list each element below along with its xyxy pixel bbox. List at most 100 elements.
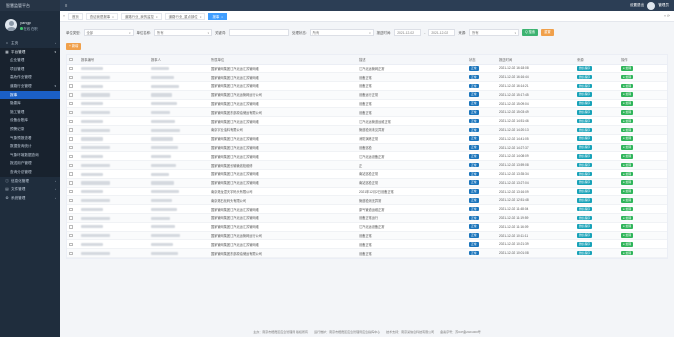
- source-badge: 微信程序: [577, 198, 593, 203]
- row-checkbox[interactable]: [69, 154, 73, 159]
- tab-0[interactable]: 首页: [68, 12, 83, 20]
- sidebar-item-16[interactable]: ⓘ 信息化管理 ‹: [0, 177, 60, 186]
- status-select[interactable]: 所有 ▾: [309, 29, 374, 36]
- tabs-prev-icon[interactable]: «: [63, 14, 65, 18]
- tab-1[interactable]: 查证我是报事 ×: [85, 12, 118, 20]
- handle-button[interactable]: ● 处理: [621, 110, 634, 115]
- sidebar-item-4[interactable]: 高危作业管理: [0, 73, 60, 82]
- tab-4[interactable]: 报事 ×: [208, 12, 227, 20]
- sidebar-item-1[interactable]: ▦ 平台管理 ▾: [0, 47, 60, 57]
- add-button[interactable]: + 新增: [66, 43, 82, 50]
- reporter-cell: [149, 151, 209, 162]
- footer-icp[interactable]: 备案序号：苏ICP备2021000号: [440, 330, 481, 334]
- table-row: 国家管网集团江汽北运江苏管网维 南站巡检正常 正常 2021-12-02 13:35:…: [67, 169, 667, 179]
- table-row: 国家管网集团江汽北运江苏管网维 原气管道运维正常 正常 2021-12-02 11:4…: [67, 204, 667, 215]
- tabs-next-icon[interactable]: » ⟳: [664, 14, 670, 18]
- close-icon[interactable]: ×: [221, 15, 223, 19]
- handle-button[interactable]: ● 处理: [621, 171, 634, 177]
- row-checkbox[interactable]: [69, 251, 73, 256]
- row-checkbox[interactable]: [69, 84, 73, 88]
- row-checkbox[interactable]: [69, 198, 73, 203]
- handle-button[interactable]: ● 处理: [621, 198, 634, 203]
- handle-button[interactable]: ● 处理: [621, 242, 634, 247]
- row-checkbox[interactable]: [69, 207, 73, 212]
- date-to-input[interactable]: 2021-12-02: [428, 29, 456, 36]
- handle-button[interactable]: ● 处理: [621, 215, 634, 221]
- table-row: 国家管网集团江汽北运江苏管网维 江汽北运设备正常 正常 2021-12-02 14:0…: [67, 151, 667, 162]
- handle-button[interactable]: ● 处理: [621, 118, 634, 124]
- row-checkbox[interactable]: [69, 189, 73, 194]
- handle-button[interactable]: ● 处理: [621, 233, 634, 238]
- sidebar-item-15[interactable]: 查询分总管理: [0, 167, 60, 177]
- handle-button[interactable]: ● 处理: [621, 162, 634, 168]
- sidebar-item-0[interactable]: ⌂ 主页 ‹: [0, 39, 60, 48]
- header-settings-link[interactable]: 设置退出: [630, 3, 644, 8]
- sidebar-item-14[interactable]: 报送用户管理: [0, 159, 60, 168]
- sidebar-item-13[interactable]: 气象环境数据查询: [0, 150, 60, 160]
- close-icon[interactable]: ×: [156, 15, 158, 19]
- row-checkbox[interactable]: [69, 110, 73, 115]
- date-from-input[interactable]: 2021-12-02: [394, 29, 422, 36]
- sidebar-item-12[interactable]: 数据查询统计: [0, 142, 60, 151]
- row-checkbox[interactable]: [69, 233, 73, 238]
- handle-button[interactable]: ● 处理: [621, 66, 634, 71]
- sidebar-item-3[interactable]: 项目管理: [0, 64, 60, 74]
- tab-3[interactable]: 道路行业_重点部位 ×: [164, 12, 206, 20]
- source-select[interactable]: 所有 ▾: [469, 29, 520, 36]
- sidebar-item-17[interactable]: ▤ 文件管理 ‹: [0, 185, 60, 194]
- close-icon[interactable]: ×: [112, 15, 114, 19]
- row-checkbox[interactable]: [69, 163, 73, 168]
- search-button[interactable]: Q 搜索: [522, 29, 539, 36]
- sidebar-item-11[interactable]: 气象预报查看: [0, 133, 60, 143]
- unit-name-select[interactable]: 所有 ▾: [154, 29, 213, 36]
- handle-button[interactable]: ● 处理: [621, 224, 634, 230]
- handle-button[interactable]: ● 处理: [621, 154, 634, 159]
- handle-button[interactable]: ● 处理: [621, 145, 634, 150]
- reset-button[interactable]: 重置: [541, 29, 554, 36]
- row-checkbox[interactable]: [69, 119, 73, 124]
- reporter-cell: [149, 169, 209, 179]
- row-checkbox[interactable]: [69, 242, 73, 247]
- handle-button[interactable]: ● 处理: [621, 189, 634, 194]
- redacted-value: [81, 137, 103, 141]
- handle-button[interactable]: ● 处理: [621, 180, 634, 186]
- handle-button[interactable]: ● 处理: [621, 136, 634, 142]
- tab-2[interactable]: 道路行业_我的监控 ×: [120, 12, 162, 20]
- row-checkbox[interactable]: [69, 225, 73, 229]
- handle-button[interactable]: ● 处理: [621, 92, 634, 98]
- handle-button[interactable]: ● 处理: [621, 206, 634, 212]
- select-all-checkbox[interactable]: [69, 57, 73, 62]
- header-user[interactable]: 管理员: [658, 3, 669, 8]
- avatar[interactable]: [5, 19, 17, 31]
- row-checkbox[interactable]: [69, 66, 73, 71]
- row-checkbox[interactable]: [69, 75, 73, 80]
- handle-button[interactable]: ● 处理: [621, 83, 634, 89]
- row-checkbox[interactable]: [69, 216, 73, 220]
- row-checkbox[interactable]: [69, 101, 73, 106]
- handle-button[interactable]: ● 处理: [621, 101, 634, 106]
- sidebar-item-18[interactable]: ⚙ 系统管理 ‹: [0, 194, 60, 203]
- row-checkbox[interactable]: [69, 181, 73, 185]
- row-checkbox[interactable]: [69, 145, 73, 150]
- row-checkbox[interactable]: [69, 128, 73, 132]
- row-checkbox[interactable]: [69, 137, 73, 141]
- sidebar-item-2[interactable]: 企业管理: [0, 56, 60, 65]
- sidebar-item-8[interactable]: 施工管理: [0, 107, 60, 117]
- close-icon[interactable]: ×: [200, 15, 202, 19]
- handle-button[interactable]: ● 处理: [621, 127, 634, 133]
- sidebar-item-10[interactable]: 预警记录: [0, 124, 60, 134]
- header-avatar[interactable]: [647, 1, 656, 10]
- status-cell: 正常: [467, 143, 497, 153]
- row-checkbox[interactable]: [69, 172, 73, 176]
- keyword-input[interactable]: [229, 29, 290, 36]
- sidebar-item-9[interactable]: 设备台账库: [0, 116, 60, 125]
- sidebar-item-6[interactable]: 报事: [0, 90, 60, 100]
- sidebar-item-7[interactable]: 隐患库: [0, 99, 60, 108]
- menu-toggle-icon[interactable]: ≡: [65, 3, 67, 8]
- unit-type-select[interactable]: 全部 ▾: [83, 29, 134, 36]
- sidebar-item-5[interactable]: 道路行业管理 ▾: [0, 81, 60, 91]
- row-checkbox[interactable]: [69, 93, 73, 97]
- handle-button[interactable]: ● 处理: [621, 250, 634, 256]
- handle-button[interactable]: ● 处理: [621, 74, 634, 80]
- redacted-value: [81, 84, 103, 88]
